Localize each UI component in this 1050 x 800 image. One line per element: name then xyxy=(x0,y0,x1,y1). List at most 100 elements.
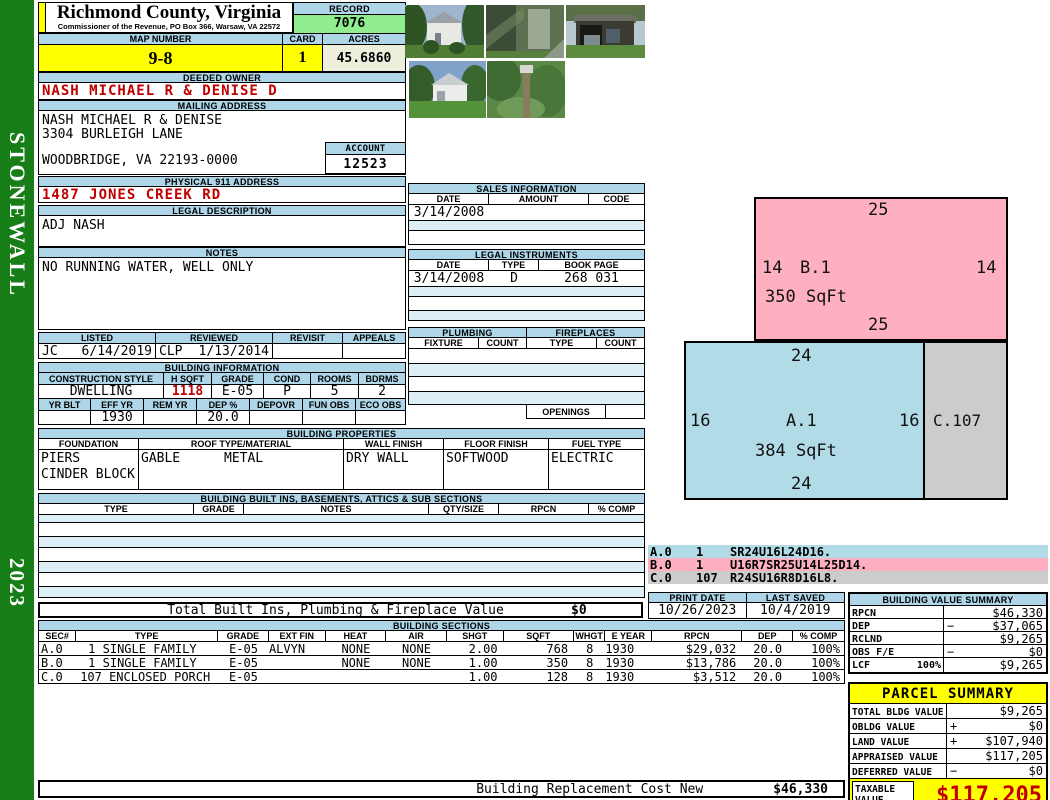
map-number-value: 9-8 xyxy=(38,45,283,72)
construction-style-value: DWELLING xyxy=(39,385,164,398)
building-sections-headers: SEC# TYPE GRADE EXT FIN HEAT AIR SHGT SQ… xyxy=(38,631,845,642)
fireplaces-title: FIREPLACES xyxy=(526,327,645,338)
air-value: NONE xyxy=(402,642,431,655)
shgt-value: 1.00 xyxy=(468,656,498,669)
grade-value: E-05 xyxy=(229,642,258,655)
reviewed-by: CLP xyxy=(159,344,183,358)
sqft-value: 350 xyxy=(546,656,569,669)
parcel-row-label: OBLDG VALUE xyxy=(850,719,947,733)
building-value-summary-title: BUILDING VALUE SUMMARY xyxy=(850,594,1046,606)
parcel-value: $9,265 xyxy=(999,704,1043,718)
instrument-empty-row xyxy=(408,297,645,311)
fixture-header: FIXTURE xyxy=(409,338,479,348)
ecoobs-label: ECO OBS xyxy=(356,399,405,410)
sketch-a1-top-dim: 24 xyxy=(791,346,812,366)
map-card-acres-headers: MAP NUMBER CARD ACRES xyxy=(38,33,406,45)
parcel-op: − xyxy=(950,764,958,778)
account-value: 12523 xyxy=(343,157,388,172)
wall-finish-value: DRY WALL xyxy=(344,450,444,489)
sales-empty-row xyxy=(408,231,645,245)
sketch-b1-sqft: 350 SqFt xyxy=(765,287,847,307)
revisit-value xyxy=(273,344,343,358)
roof-value: GABLE METAL xyxy=(139,450,344,489)
photo-trees-pole[interactable] xyxy=(481,57,567,121)
acres-value: 45.6860 xyxy=(323,45,406,72)
air-value xyxy=(386,670,447,683)
eyear-header: E YEAR xyxy=(605,631,653,641)
heat-value: NONE xyxy=(341,656,371,669)
reviewed-label: REVIEWED xyxy=(156,333,273,343)
revisit-label: REVISIT xyxy=(273,333,343,343)
mailing-line: 3304 BURLEIGH LANE xyxy=(42,127,183,142)
photo-shed-closeup[interactable] xyxy=(486,5,564,58)
openings-value xyxy=(606,405,645,419)
whgt-header: WHGT xyxy=(574,631,606,641)
photo-house-side[interactable] xyxy=(403,61,489,118)
listed-date: 6/14/2019 xyxy=(81,344,152,358)
grade-header: GRADE xyxy=(217,631,269,641)
parcel-row-label: DEFERRED VALUE xyxy=(850,764,947,778)
mailing-address-label: MAILING ADDRESS xyxy=(38,100,406,111)
legend-code: 1 xyxy=(696,557,704,572)
parcel-row-label: TOTAL BLDG VALUE xyxy=(850,704,947,718)
reviewed-value: CLP 1/13/2014 xyxy=(156,344,273,358)
bvs-value: $0 xyxy=(1028,645,1043,659)
sketch-a1-right-dim: 16 xyxy=(899,411,920,431)
extfin-header: EXT FIN xyxy=(268,631,326,641)
instrument-type-header: TYPE xyxy=(489,260,539,270)
district-name: STONEWALL xyxy=(5,132,30,298)
openings-label: OPENINGS xyxy=(526,405,606,419)
building-sections-title: BUILDING SECTIONS xyxy=(38,620,845,631)
grade-value: E-05 xyxy=(229,656,258,669)
sketch-a1-left-dim: 16 xyxy=(690,411,711,431)
builtins-total-value: $0 xyxy=(571,602,587,618)
builtins-comp-header: % COMP xyxy=(589,504,644,514)
shgt-value: 1.00 xyxy=(468,670,498,683)
sales-date-value: 3/14/2008 xyxy=(413,205,485,220)
legal-instruments-title: LEGAL INSTRUMENTS xyxy=(408,249,645,260)
builtins-empty-rows xyxy=(38,515,645,598)
plumbing-title: PLUMBING xyxy=(408,327,526,338)
bvs-op: − xyxy=(947,645,955,659)
fireplace-count-header: COUNT xyxy=(597,338,644,348)
whgt-value: 8 xyxy=(586,642,594,655)
extfin-value xyxy=(269,656,326,669)
instrument-empty-row xyxy=(408,287,645,297)
plumbing-fireplaces-table: PLUMBING FIREPLACES FIXTURE COUNT TYPE C… xyxy=(408,327,645,419)
map-number-label: MAP NUMBER xyxy=(38,33,283,45)
heat-header: HEAT xyxy=(325,631,387,641)
parcel-summary: PARCEL SUMMARY TOTAL BLDG VALUE $9,265 O… xyxy=(848,682,1048,800)
sqft-header: SQFT xyxy=(503,631,575,641)
legend-trace: U16R7SR25U14L25D14. xyxy=(730,557,868,572)
parcel-op: + xyxy=(950,719,958,733)
photo-house-front[interactable] xyxy=(399,0,488,58)
mailing-line: NASH MICHAEL R & DENISE xyxy=(42,113,223,128)
notes-label: NOTES xyxy=(38,247,406,258)
rpcn-value: $3,512 xyxy=(692,670,737,683)
last-saved-value: 10/4/2019 xyxy=(760,603,831,618)
physical-address-label: PHYSICAL 911 ADDRESS xyxy=(38,176,406,187)
photo-open-shed[interactable] xyxy=(566,5,645,58)
rpcn-header: RPCN xyxy=(652,631,743,641)
dep-value: 20.0 xyxy=(753,656,783,669)
tax-year: 2023 xyxy=(5,558,29,608)
builtins-title: BUILDING BUILT INS, BASEMENTS, ATTICS & … xyxy=(38,493,645,504)
grade-label: GRADE xyxy=(212,373,264,384)
parcel-row: OBLDG VALUE + $0 xyxy=(850,719,1046,734)
bvs-value: $9,265 xyxy=(999,658,1043,672)
taxable-value-amount: $117,205 xyxy=(936,782,1042,800)
review-values: JC 6/14/2019 CLP 1/13/2014 xyxy=(38,344,406,359)
sales-information-table: SALES INFORMATION DATE AMOUNT CODE 3/14/… xyxy=(408,183,645,245)
county-title-box: Richmond County, Virginia Commissioner o… xyxy=(46,2,293,33)
account-box: ACCOUNT 12523 xyxy=(325,142,406,174)
instrument-date-header: DATE xyxy=(409,260,489,270)
notes-value: NO RUNNING WATER, WELL ONLY xyxy=(38,258,406,330)
sec-value: A.0 xyxy=(41,642,63,655)
card-value: 1 xyxy=(283,45,323,72)
depovr-label: DEPOVR xyxy=(250,399,303,410)
funobs-value xyxy=(303,411,356,424)
plumbing-empty-row xyxy=(408,377,645,392)
legend-code: 1 xyxy=(696,544,704,559)
building-properties-title: BUILDING PROPERTIES xyxy=(38,428,645,439)
parcel-value: $107,940 xyxy=(985,734,1043,748)
